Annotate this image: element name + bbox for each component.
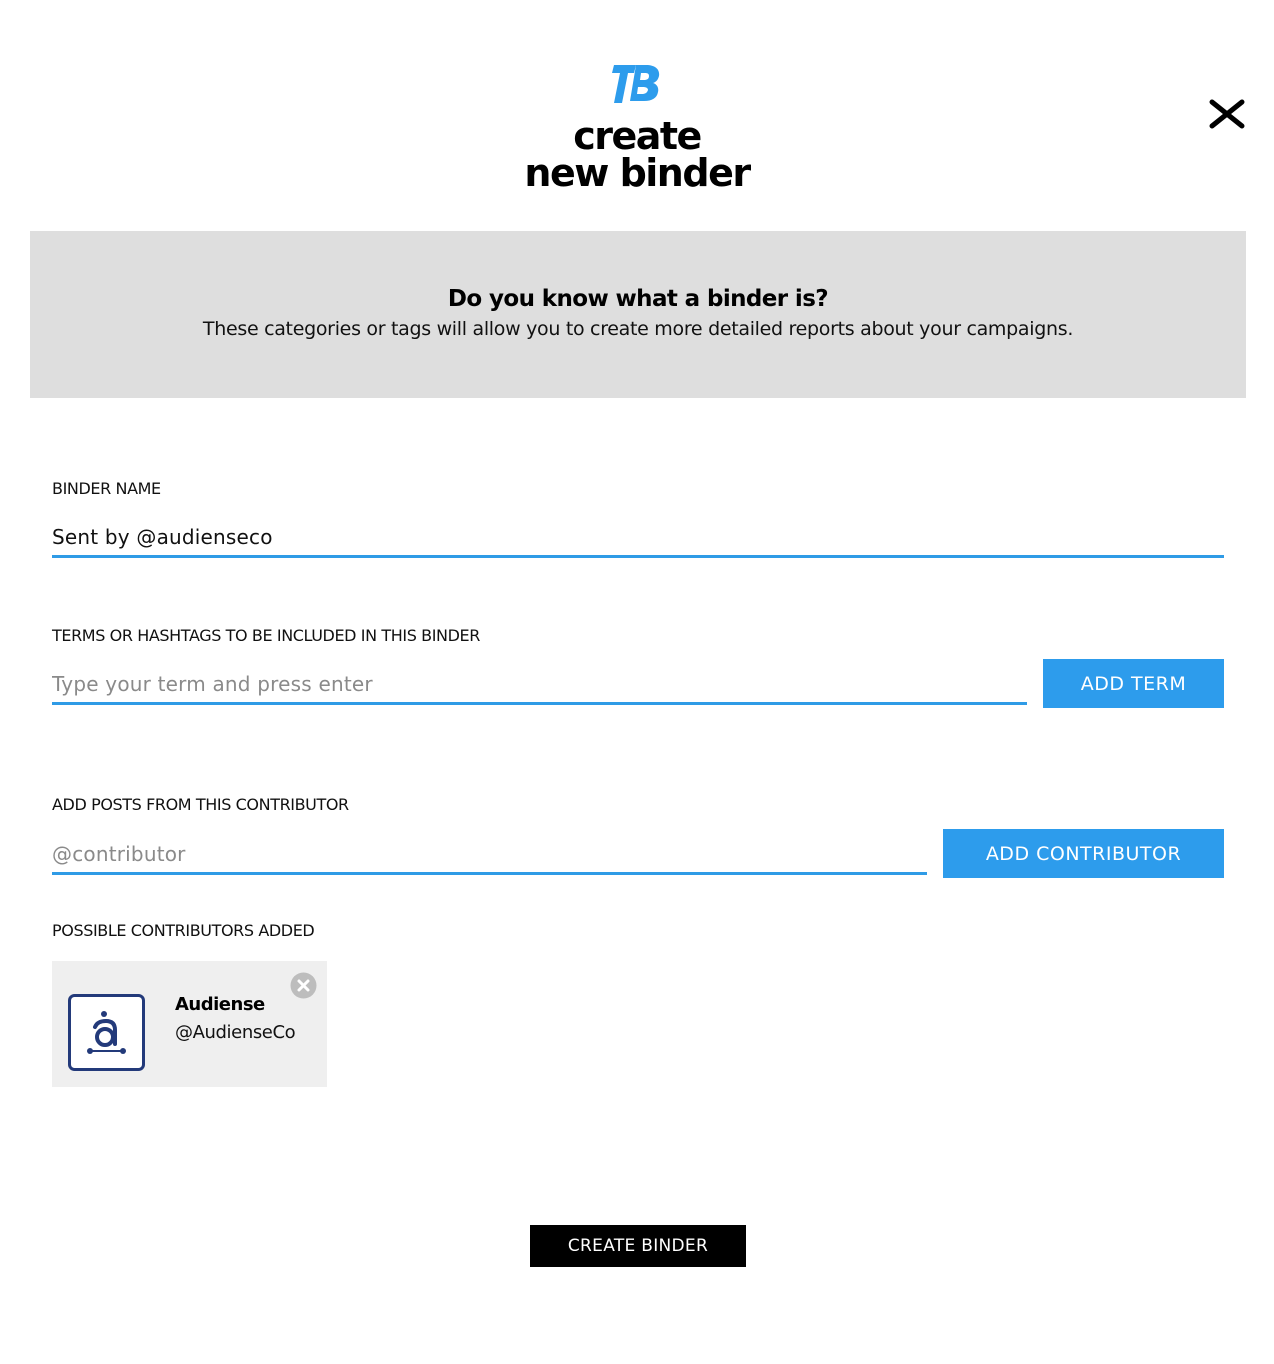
binder-name-input[interactable] bbox=[52, 518, 1224, 558]
avatar bbox=[68, 994, 145, 1071]
add-contributor-button[interactable]: ADD CONTRIBUTOR bbox=[943, 829, 1224, 878]
add-term-button[interactable]: ADD TERM bbox=[1043, 659, 1224, 708]
contributor-input[interactable] bbox=[52, 835, 927, 875]
terms-label: TERMS OR HASHTAGS TO BE INCLUDED IN THIS… bbox=[52, 626, 480, 645]
binder-name-label: BINDER NAME bbox=[52, 479, 161, 498]
possible-contributors-label: POSSIBLE CONTRIBUTORS ADDED bbox=[52, 921, 315, 940]
term-input[interactable] bbox=[52, 665, 1027, 705]
info-panel: Do you know what a binder is? These cate… bbox=[30, 231, 1246, 398]
tweetbinder-logo-icon bbox=[612, 63, 662, 113]
title-line-2: new binder bbox=[524, 151, 751, 195]
page-title: create new binder bbox=[0, 114, 1274, 195]
remove-circle-icon bbox=[290, 972, 317, 999]
contributor-card: Audiense @AudienseCo bbox=[52, 961, 327, 1087]
close-icon bbox=[1209, 99, 1245, 129]
close-button[interactable] bbox=[1208, 96, 1246, 132]
remove-contributor-button[interactable] bbox=[290, 972, 317, 999]
logo-graphic bbox=[612, 65, 660, 103]
contributor-label: ADD POSTS FROM THIS CONTRIBUTOR bbox=[52, 795, 349, 814]
contributor-name: Audiense bbox=[175, 994, 265, 1015]
audiense-logo-icon bbox=[68, 994, 145, 1071]
create-binder-button[interactable]: CREATE BINDER bbox=[530, 1225, 746, 1267]
info-text: These categories or tags will allow you … bbox=[202, 318, 1074, 340]
info-title: Do you know what a binder is? bbox=[447, 286, 829, 312]
contributor-handle: @AudienseCo bbox=[175, 1022, 296, 1043]
title-line-1: create bbox=[573, 114, 702, 158]
